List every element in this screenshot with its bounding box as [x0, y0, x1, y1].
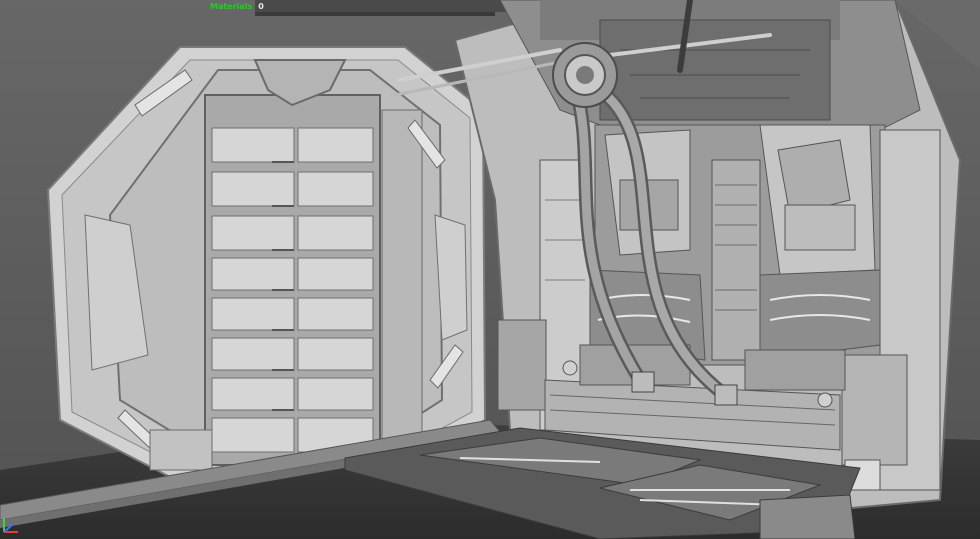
- 3d-viewport[interactable]: Materials 0: [0, 0, 980, 539]
- pipe-hub: [552, 42, 618, 108]
- overhead-beam: [255, 0, 515, 12]
- bay-center-column: [711, 159, 761, 361]
- viewport-hud: Materials 0: [210, 2, 264, 11]
- hud-materials-label: Materials: [210, 2, 253, 11]
- axis-gizmo-icon: [3, 518, 18, 533]
- hud-materials-count: 0: [258, 2, 264, 11]
- scene-render: [0, 0, 980, 539]
